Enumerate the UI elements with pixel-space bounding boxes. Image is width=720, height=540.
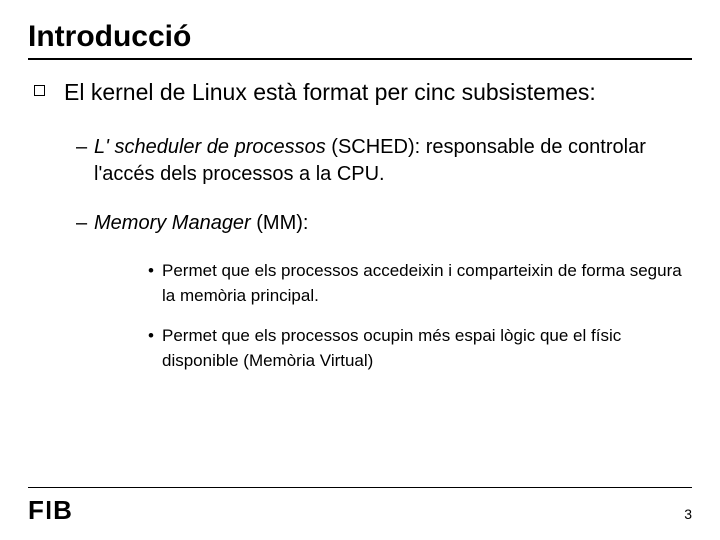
slide-title: Introducció bbox=[28, 20, 692, 60]
logo: FIB bbox=[28, 495, 73, 526]
slide: Introducció El kernel de Linux està form… bbox=[0, 0, 720, 540]
slide-body: El kernel de Linux està format per cinc … bbox=[28, 78, 692, 373]
level2-list: – L' scheduler de processos (SCHED): res… bbox=[34, 134, 686, 374]
italic-run: L' scheduler de processos bbox=[94, 136, 326, 158]
level3-list: • Permet que els processos accedeixin i … bbox=[76, 259, 686, 374]
bullet-level1: El kernel de Linux està format per cinc … bbox=[34, 78, 686, 108]
level2-text: Memory Manager (MM): bbox=[94, 210, 308, 237]
bullet-level3: • Permet que els processos accedeixin i … bbox=[148, 259, 686, 308]
bullet-level3: • Permet que els processos ocupin més es… bbox=[148, 324, 686, 373]
dash-bullet-icon: – bbox=[76, 210, 94, 237]
dash-bullet-icon: – bbox=[76, 134, 94, 161]
footer-rule bbox=[28, 487, 692, 488]
level2-text: L' scheduler de processos (SCHED): respo… bbox=[94, 134, 686, 188]
page-number: 3 bbox=[684, 506, 692, 522]
level3-text: Permet que els processos accedeixin i co… bbox=[162, 259, 686, 308]
dot-bullet-icon: • bbox=[148, 324, 162, 349]
bullet-level2: – L' scheduler de processos (SCHED): res… bbox=[76, 134, 686, 188]
dot-bullet-icon: • bbox=[148, 259, 162, 284]
level1-text: El kernel de Linux està format per cinc … bbox=[64, 78, 596, 108]
text-run: (MM): bbox=[251, 212, 309, 234]
level3-text: Permet que els processos ocupin més espa… bbox=[162, 324, 686, 373]
square-bullet-icon bbox=[34, 85, 54, 98]
italic-run: Memory Manager bbox=[94, 212, 251, 234]
bullet-level2: – Memory Manager (MM): bbox=[76, 210, 686, 237]
